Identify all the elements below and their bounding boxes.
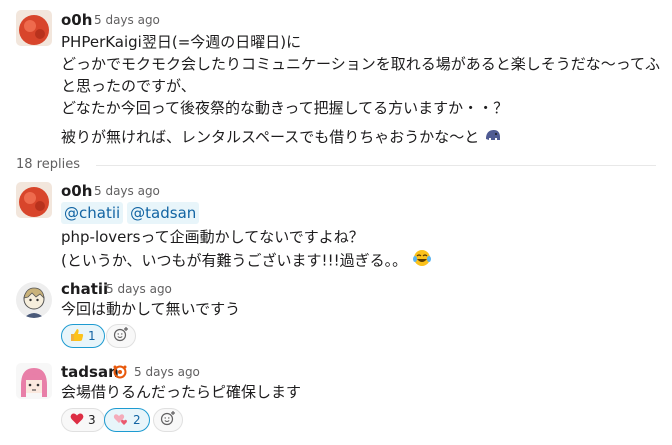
message-line: 会場借りるんだったらピ確保します: [61, 383, 302, 401]
thumbs-up-icon: [70, 328, 84, 345]
message-line: 被りが無ければ、レンタルスペースでも借りちゃおうかな〜と: [61, 126, 502, 149]
add-reaction-button[interactable]: [106, 324, 136, 348]
message-line: どなたか今回って後夜祭的な動きって把握してる方いますか・・？: [61, 99, 509, 117]
message-line: 今回は動かして無いですう: [61, 300, 241, 318]
add-reaction-icon: [113, 326, 129, 346]
author-name[interactable]: o0h: [61, 11, 92, 29]
tears-of-joy-emoji-icon[interactable]: [412, 248, 432, 274]
reaction-two-hearts[interactable]: 2: [104, 408, 150, 432]
author-name[interactable]: o0h: [61, 182, 92, 200]
reaction-count: 2: [133, 413, 141, 427]
reaction-count: 3: [88, 413, 96, 427]
message-text: (というか、いつもが有難うございます!!!過ぎる。。: [61, 251, 408, 270]
message-line: どっかでモクモク会したりコミュニケーションを取れる場があると楽しそうだな〜ってふ: [61, 55, 660, 73]
divider: [96, 165, 656, 166]
timestamp[interactable]: 5 days ago: [94, 11, 160, 29]
timestamp[interactable]: 5 days ago: [134, 363, 200, 381]
custom-emoji-icon[interactable]: [484, 127, 502, 149]
mention-chatii[interactable]: @chatii: [61, 202, 124, 224]
reaction-thumbs-up[interactable]: 1: [61, 324, 105, 348]
avatar[interactable]: [16, 282, 52, 318]
author-name[interactable]: tadsan: [61, 363, 119, 381]
message-line: (というか、いつもが有難うございます!!!過ぎる。。: [61, 248, 432, 274]
add-reaction-icon: [160, 410, 176, 430]
author-name[interactable]: chatii: [61, 280, 108, 298]
message-line: と思ったのですが、: [61, 77, 196, 95]
two-hearts-icon: [113, 412, 129, 429]
add-reaction-button[interactable]: [153, 408, 183, 432]
avatar[interactable]: [16, 10, 52, 46]
avatar[interactable]: [16, 182, 52, 218]
message-text: 被りが無ければ、レンタルスペースでも借りちゃおうかな〜と: [61, 128, 480, 146]
red-heart-icon: [70, 412, 84, 429]
timestamp[interactable]: 5 days ago: [106, 280, 172, 298]
message-line: PHPerKaigi翌日(=今週の日曜日)に: [61, 33, 302, 51]
avatar[interactable]: [16, 363, 52, 399]
reaction-red-heart[interactable]: 3: [61, 408, 105, 432]
message-line: php-loversって企画動かしてないですよね？: [61, 228, 364, 246]
mentions-line: @chatii @tadsan: [61, 202, 203, 224]
timestamp[interactable]: 5 days ago: [94, 182, 160, 200]
mention-tadsan[interactable]: @tadsan: [127, 202, 200, 224]
reaction-count: 1: [88, 329, 96, 343]
replies-count: 18 replies: [16, 157, 80, 172]
